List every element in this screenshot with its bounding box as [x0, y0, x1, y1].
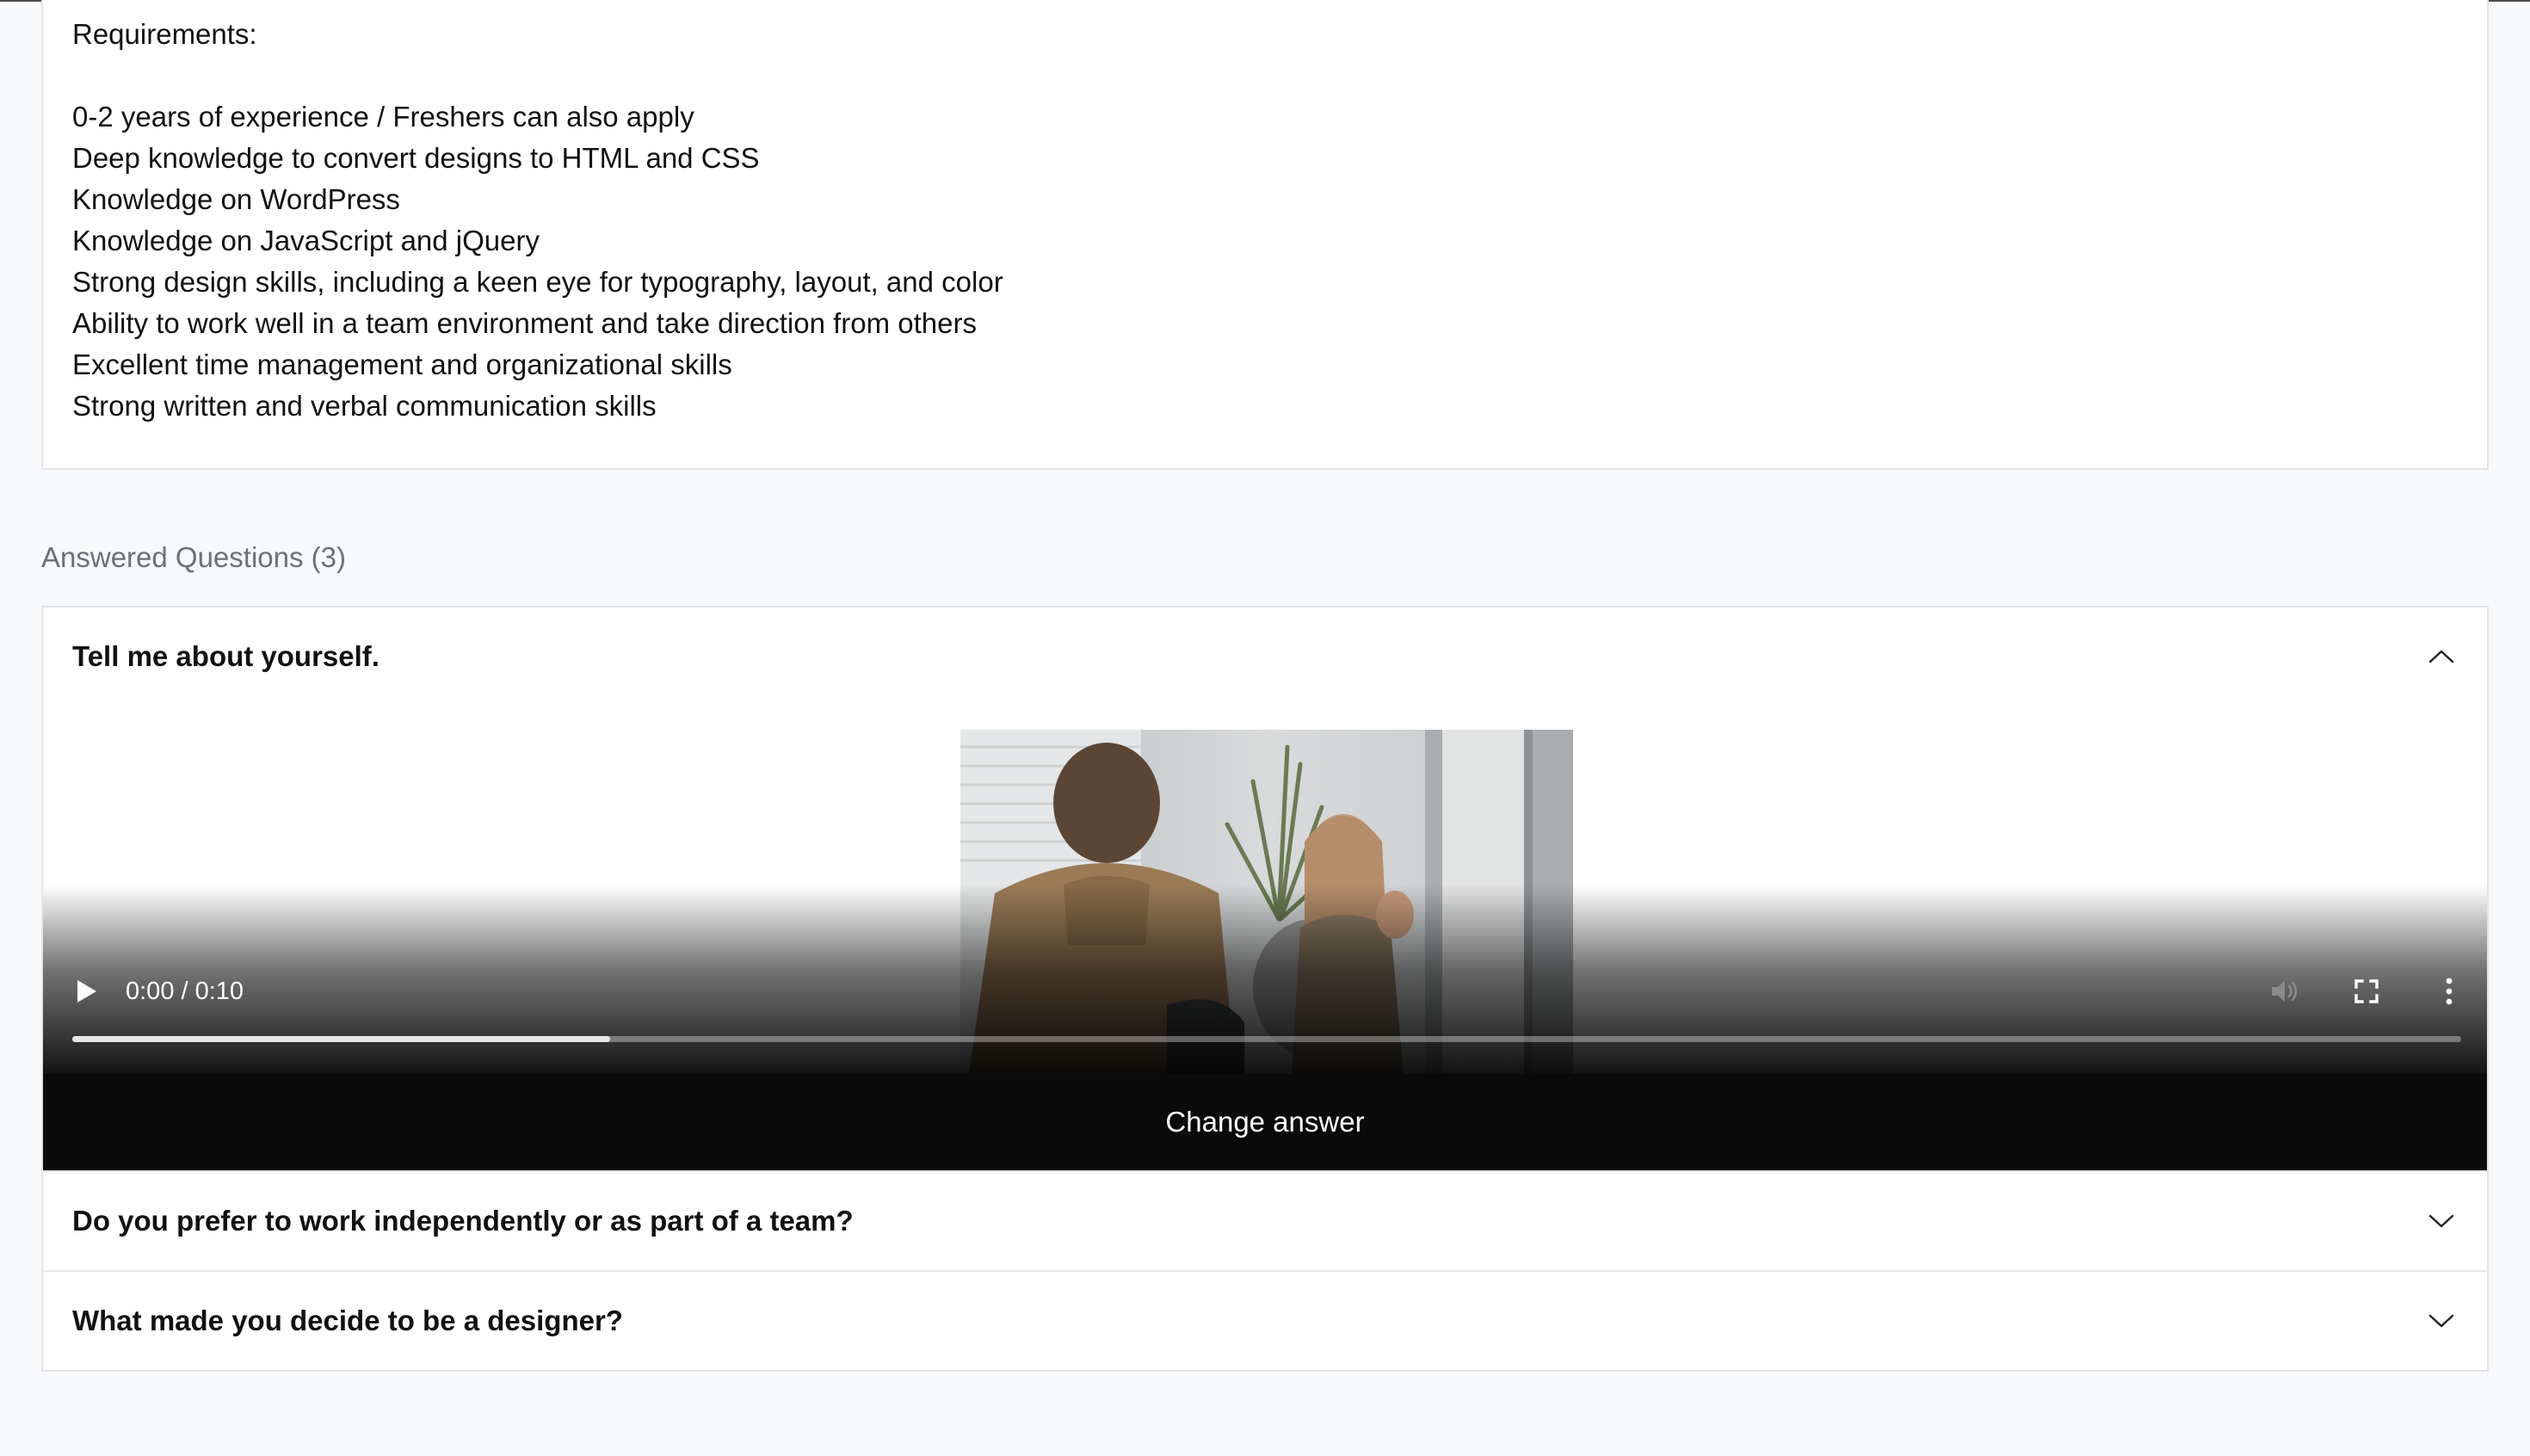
more-options-icon[interactable]	[2432, 974, 2466, 1009]
question-header[interactable]: Do you prefer to work independently or a…	[43, 1172, 2487, 1270]
chevron-down-icon[interactable]	[2427, 1306, 2456, 1336]
chevron-down-icon[interactable]	[2427, 1206, 2456, 1236]
requirement-item: Knowledge on WordPress	[72, 183, 400, 215]
requirements-title: Requirements:	[72, 18, 257, 50]
question-item: Do you prefer to work independently or a…	[43, 1172, 2487, 1270]
requirement-item: Excellent time management and organizati…	[72, 349, 732, 380]
video-controls: 0:00 / 0:10	[43, 953, 2487, 1074]
chevron-up-icon[interactable]	[2427, 642, 2456, 671]
answered-questions-accordion: Tell me about yourself. 0:00 / 0:10 Chan…	[41, 606, 2489, 1372]
requirement-item: Knowledge on JavaScript and jQuery	[72, 225, 540, 256]
question-item: What made you decide to be a designer?	[43, 1272, 2487, 1370]
question-text: What made you decide to be a designer?	[72, 1305, 623, 1336]
volume-icon[interactable]	[2267, 974, 2301, 1009]
requirement-item: Ability to work well in a team environme…	[72, 307, 977, 339]
question-text: Tell me about yourself.	[72, 640, 380, 672]
video-player[interactable]: 0:00 / 0:10	[43, 730, 2487, 1074]
requirement-item: Deep knowledge to convert designs to HTM…	[72, 142, 760, 174]
answered-questions-heading: Answered Questions (3)	[41, 541, 346, 573]
requirement-item: 0-2 years of experience / Freshers can a…	[72, 101, 694, 133]
change-answer-button[interactable]: Change answer	[43, 1074, 2487, 1170]
play-icon[interactable]	[72, 978, 100, 1005]
question-item: Tell me about yourself. 0:00 / 0:10 Chan…	[43, 608, 2487, 1170]
requirement-item: Strong design skills, including a keen e…	[72, 266, 1003, 298]
question-header[interactable]: What made you decide to be a designer?	[43, 1272, 2487, 1370]
requirement-item: Strong written and verbal communication …	[72, 390, 657, 422]
fullscreen-icon[interactable]	[2349, 974, 2384, 1009]
question-header[interactable]: Tell me about yourself.	[43, 608, 2487, 706]
video-progress-fill	[72, 1036, 610, 1042]
requirements-content: Requirements: 0-2 years of experience / …	[72, 14, 1003, 427]
video-time: 0:00 / 0:10	[126, 978, 244, 1005]
question-text: Do you prefer to work independently or a…	[72, 1205, 854, 1237]
video-progress-bar[interactable]	[72, 1036, 2461, 1042]
requirements-card: Requirements: 0-2 years of experience / …	[41, 0, 2489, 470]
